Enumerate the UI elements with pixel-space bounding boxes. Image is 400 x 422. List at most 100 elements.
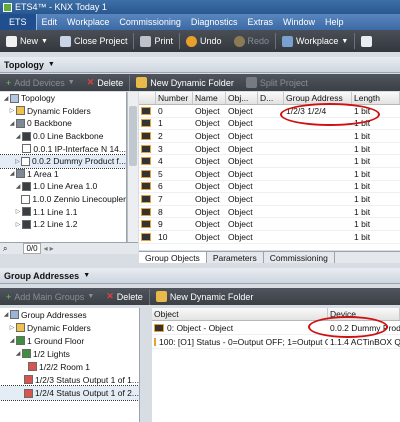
table-row[interactable]: 5 Object Object 1 bit bbox=[139, 168, 400, 181]
header-device[interactable]: Device bbox=[328, 308, 400, 320]
expand-icon[interactable]: ▷ bbox=[8, 107, 16, 114]
header-object[interactable]: Object bbox=[152, 308, 328, 320]
menu-ets[interactable]: ETS bbox=[0, 14, 37, 30]
table-row[interactable]: 4 Object Object 1 bit bbox=[139, 155, 400, 168]
menu-diagnostics[interactable]: Diagnostics bbox=[186, 17, 243, 27]
grid-body: 0 Object Object 1/2/3 1/2/4 1 bit 1 Object Obje… bbox=[139, 105, 400, 244]
menu-commissioning[interactable]: Commissioning bbox=[114, 17, 186, 27]
header-object-function[interactable]: Obj... bbox=[226, 92, 258, 104]
tab-commissioning[interactable]: Commissioning bbox=[264, 252, 335, 263]
tree-item[interactable]: ◢ Group Addresses bbox=[0, 308, 139, 321]
header-group-address[interactable]: Group Address bbox=[284, 92, 352, 104]
page-input[interactable]: 0/0 bbox=[23, 243, 41, 254]
print-button[interactable]: Print bbox=[134, 30, 179, 52]
group-addresses-panel-header[interactable]: Group Addresses ▼ bbox=[0, 268, 400, 284]
collapse-icon[interactable]: ◢ bbox=[8, 120, 16, 127]
header-description[interactable]: D... bbox=[258, 92, 284, 104]
table-row[interactable]: 2 Object Object 1 bit bbox=[139, 130, 400, 143]
tree-item[interactable]: ▷ 1.2 Line 1.2 bbox=[0, 218, 126, 231]
expand-icon[interactable]: ▷ bbox=[14, 158, 21, 165]
menu-help[interactable]: Help bbox=[320, 17, 349, 27]
tab-parameters[interactable]: Parameters bbox=[207, 252, 264, 263]
undo-label: Undo bbox=[200, 36, 222, 46]
cell-description bbox=[258, 143, 284, 155]
collapse-icon[interactable]: ◢ bbox=[8, 170, 16, 177]
collapse-icon[interactable]: ◢ bbox=[2, 311, 10, 318]
tree-scrollbar[interactable] bbox=[127, 92, 138, 242]
table-row[interactable]: 9 Object Object 1 bit bbox=[139, 218, 400, 231]
expand-icon[interactable]: ▷ bbox=[14, 208, 22, 215]
redo-button[interactable]: Redo bbox=[228, 30, 276, 52]
tree-item[interactable]: ◢ 1/2 Lights bbox=[0, 347, 139, 360]
close-project-button[interactable]: Close Project bbox=[54, 30, 134, 52]
page-prev-icon[interactable]: ◂ bbox=[44, 244, 48, 253]
catalog-button[interactable] bbox=[355, 30, 381, 52]
tree-item[interactable]: ▷ Dynamic Folders bbox=[0, 321, 139, 334]
page-next-icon[interactable]: ▸ bbox=[50, 244, 54, 253]
workplace-button[interactable]: Workplace ▼ bbox=[276, 30, 354, 52]
tree-item[interactable]: ◢ 1 Ground Floor bbox=[0, 334, 139, 347]
menu-workplace[interactable]: Workplace bbox=[62, 17, 114, 27]
collapse-icon[interactable]: ◢ bbox=[14, 183, 22, 190]
topology-delete-button[interactable]: ✕ Delete bbox=[81, 74, 130, 91]
cell-device: 0.0.2 Dummy Produ... bbox=[330, 322, 400, 333]
tree-item[interactable]: ◢ 1 Area 1 bbox=[0, 168, 126, 181]
topology-new-dynamic-folder-button[interactable]: New Dynamic Folder bbox=[130, 74, 240, 91]
table-row[interactable]: 6 Object Object 1 bit bbox=[139, 181, 400, 194]
collapse-icon[interactable]: ◢ bbox=[14, 350, 22, 357]
split-project-button[interactable]: Split Project bbox=[240, 74, 314, 91]
collapse-icon[interactable]: ◢ bbox=[8, 337, 16, 344]
table-row[interactable]: 0: Object - Object 0.0.2 Dummy Produ... bbox=[152, 321, 400, 335]
tab-group-objects[interactable]: Group Objects bbox=[139, 252, 207, 263]
header-number[interactable]: Number bbox=[156, 92, 193, 104]
tree-item[interactable]: ◢ Topology bbox=[0, 92, 126, 105]
cell-group-address bbox=[284, 206, 352, 218]
cell-number: 0 bbox=[158, 105, 163, 116]
table-row[interactable]: 7 Object Object 1 bit bbox=[139, 193, 400, 206]
area-icon bbox=[16, 118, 25, 128]
expand-icon[interactable]: ▷ bbox=[8, 324, 16, 331]
group-address-grid: Object Device 0: Object - Object 0.0.2 D… bbox=[152, 308, 400, 422]
tree-item[interactable]: ◢ 0 Backbone bbox=[0, 117, 126, 130]
add-main-groups-button[interactable]: + Add Main Groups ▼ bbox=[0, 288, 100, 305]
new-button[interactable]: New ▼ bbox=[0, 30, 54, 52]
tree-item[interactable]: ▷ 1.1 Line 1.1 bbox=[0, 205, 126, 218]
tree-item[interactable]: ▷ Dynamic Folders bbox=[0, 105, 126, 118]
table-row[interactable]: 0 Object Object 1/2/3 1/2/4 1 bit bbox=[139, 105, 400, 118]
tree-item[interactable]: ◢ 1.0 Line Area 1.0 bbox=[0, 180, 126, 193]
tree-item[interactable]: 1/2/3 Status Output 1 of 1... bbox=[0, 373, 139, 386]
tree-item-selected[interactable]: ▷ 0.0.2 Dummy Product f... bbox=[0, 154, 126, 169]
cell-object-function: Object bbox=[228, 168, 253, 179]
menu-extras[interactable]: Extras bbox=[242, 17, 278, 27]
table-row[interactable]: 8 Object Object 1 bit bbox=[139, 206, 400, 219]
menu-window[interactable]: Window bbox=[278, 17, 320, 27]
search-icon[interactable]: ⌕ bbox=[3, 244, 7, 254]
cell-number: 2 bbox=[158, 130, 163, 141]
table-row[interactable]: 100: [O1] Status - 0=Output OFF; 1=Outpu… bbox=[152, 335, 400, 349]
header-length[interactable]: Length bbox=[352, 92, 400, 104]
cell-icon bbox=[139, 181, 156, 193]
table-row[interactable]: 3 Object Object 1 bit bbox=[139, 143, 400, 156]
ga-delete-button[interactable]: ✕ Delete bbox=[100, 288, 149, 305]
group-object-icon bbox=[141, 106, 151, 115]
grid-header: Number Name Obj... D... Group Address Le… bbox=[139, 92, 400, 105]
collapse-icon[interactable]: ◢ bbox=[2, 95, 10, 102]
tree-item[interactable]: ◢ 0.0 Line Backbone bbox=[0, 130, 126, 143]
table-row[interactable]: 10 Object Object 1 bit bbox=[139, 231, 400, 244]
tree-item-label: 1.0.0 Zennio Linecoupler bbox=[32, 194, 126, 205]
menu-edit[interactable]: Edit bbox=[37, 17, 63, 27]
tree-item[interactable]: 0.0.1 IP-Interface N 14... bbox=[0, 142, 126, 155]
scrollbar-thumb[interactable] bbox=[129, 106, 137, 166]
header-name[interactable]: Name bbox=[193, 92, 226, 104]
undo-button[interactable]: Undo bbox=[180, 30, 228, 52]
ga-new-dynamic-folder-button[interactable]: New Dynamic Folder bbox=[150, 288, 260, 305]
tree-item[interactable]: 1/2/2 Room 1 bbox=[0, 360, 139, 373]
topology-panel-header[interactable]: Topology ▼ bbox=[0, 57, 400, 73]
cell-group-address bbox=[284, 118, 352, 130]
tree-item-selected[interactable]: 1/2/4 Status Output 1 of 2... bbox=[0, 385, 139, 401]
tree-item[interactable]: 1.0.0 Zennio Linecoupler bbox=[0, 193, 126, 206]
table-row[interactable]: 1 Object Object 1 bit bbox=[139, 118, 400, 131]
add-devices-button[interactable]: + Add Devices ▼ bbox=[0, 74, 81, 91]
expand-icon[interactable]: ▷ bbox=[14, 221, 22, 228]
collapse-icon[interactable]: ◢ bbox=[14, 133, 22, 140]
